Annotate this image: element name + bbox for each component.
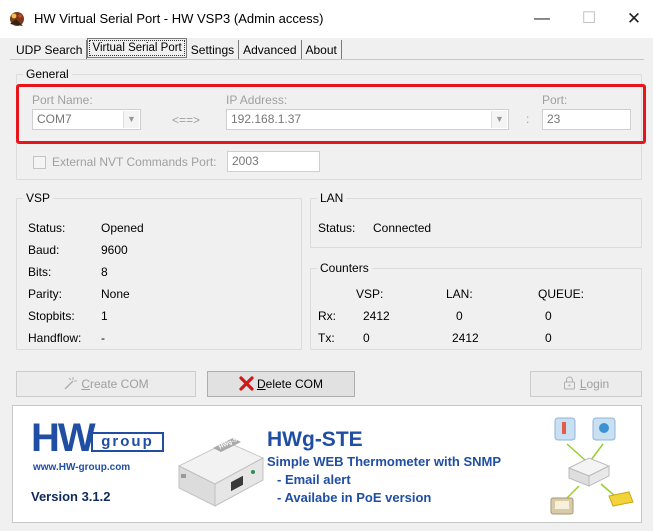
- window-title: HW Virtual Serial Port - HW VSP3 (Admin …: [34, 11, 324, 26]
- nvt-checkbox[interactable]: [33, 156, 46, 169]
- lan-group-label: LAN: [317, 191, 347, 205]
- vsp-label: Parity:: [28, 287, 63, 301]
- product-subtitle: Simple WEB Thermometer with SNMP: [267, 454, 502, 469]
- hwgroup-logo: HW group: [31, 416, 164, 460]
- app-icon: [10, 12, 24, 26]
- lock-icon: [563, 376, 575, 390]
- login-mnemonic: L: [579, 377, 587, 391]
- general-group-label: General: [23, 67, 72, 81]
- create-com-mnemonic: C: [81, 377, 90, 391]
- counter-value: 0: [363, 331, 370, 345]
- vsp-value: -: [101, 331, 105, 345]
- tab-virtual-serial-port[interactable]: Virtual Serial Port: [87, 38, 187, 58]
- counter-value: 2412: [452, 331, 479, 345]
- vsp-value: 9600: [101, 243, 128, 257]
- counter-value: 0: [456, 309, 463, 323]
- minimize-button[interactable]: —: [530, 8, 554, 30]
- tab-panel-border: [10, 59, 644, 60]
- counter-row-label: Rx:: [318, 309, 336, 323]
- vsp-value: 1: [101, 309, 108, 323]
- delete-x-icon: [239, 376, 254, 391]
- product-bullet: - Email alert: [277, 472, 351, 487]
- vsp-value: Opened: [101, 221, 144, 235]
- create-com-label: reate COM: [89, 377, 149, 391]
- product-title: HWg-STE: [267, 428, 363, 451]
- thermometer-device-image: HWg-STE: [177, 433, 265, 507]
- lan-status-value: Connected: [373, 221, 432, 235]
- counter-header: VSP:: [356, 287, 384, 301]
- delete-com-label: elete COM: [265, 377, 324, 391]
- counter-value: 0: [545, 309, 552, 323]
- vsp-label: Stopbits:: [28, 309, 75, 323]
- vsp-group-label: VSP: [23, 191, 54, 205]
- version-label: Version 3.1.2: [31, 489, 111, 504]
- tab-settings[interactable]: Settings: [187, 40, 240, 60]
- vsp-label: Handflow:: [28, 331, 82, 345]
- counter-value: 2412: [363, 309, 390, 323]
- hwgroup-logo-group: group: [91, 432, 164, 452]
- vsp-value: 8: [101, 265, 108, 279]
- tab-advanced[interactable]: Advanced: [239, 40, 302, 60]
- create-com-button[interactable]: Create COM: [16, 371, 196, 397]
- client-area: UDP Search Virtual Serial Port Settings …: [0, 38, 653, 531]
- wand-icon: [64, 377, 78, 390]
- nvt-port-input[interactable]: 2003: [227, 151, 320, 172]
- delete-com-button[interactable]: Delete COM: [207, 371, 355, 397]
- hwgroup-banner[interactable]: HW group www.HW-group.com Version 3.1.2 …: [12, 405, 642, 523]
- login-label: ogin: [586, 377, 610, 391]
- close-button[interactable]: ✕: [622, 8, 646, 30]
- hwgroup-logo-hw: HW: [31, 416, 96, 460]
- product-bullet: - Availabe in PoE version: [277, 490, 432, 505]
- counters-group-label: Counters: [317, 261, 372, 275]
- nvt-label: External NVT Commands Port:: [52, 155, 217, 169]
- lan-status-label: Status:: [318, 221, 356, 235]
- login-button[interactable]: Login: [530, 371, 642, 397]
- delete-com-mnemonic: D: [256, 377, 266, 391]
- counter-header: QUEUE:: [538, 287, 585, 301]
- counter-header: LAN:: [446, 287, 473, 301]
- highlight-frame: [16, 84, 646, 144]
- hwgroup-url: www.HW-group.com: [33, 462, 131, 473]
- vsp-label: Status:: [28, 221, 66, 235]
- counter-row-label: Tx:: [318, 331, 335, 345]
- tab-strip: UDP Search Virtual Serial Port Settings …: [12, 38, 342, 60]
- vsp-label: Baud:: [28, 243, 60, 257]
- tab-about[interactable]: About: [302, 40, 342, 60]
- vsp-value: None: [101, 287, 130, 301]
- vsp-label: Bits:: [28, 265, 52, 279]
- tab-udp-search[interactable]: UDP Search: [12, 40, 88, 60]
- counter-value: 0: [545, 331, 552, 345]
- lan-group: LAN: [310, 191, 642, 248]
- maximize-button[interactable]: ☐: [577, 8, 601, 30]
- title-bar: HW Virtual Serial Port - HW VSP3 (Admin …: [0, 0, 653, 38]
- network-diagram-image: [550, 417, 634, 515]
